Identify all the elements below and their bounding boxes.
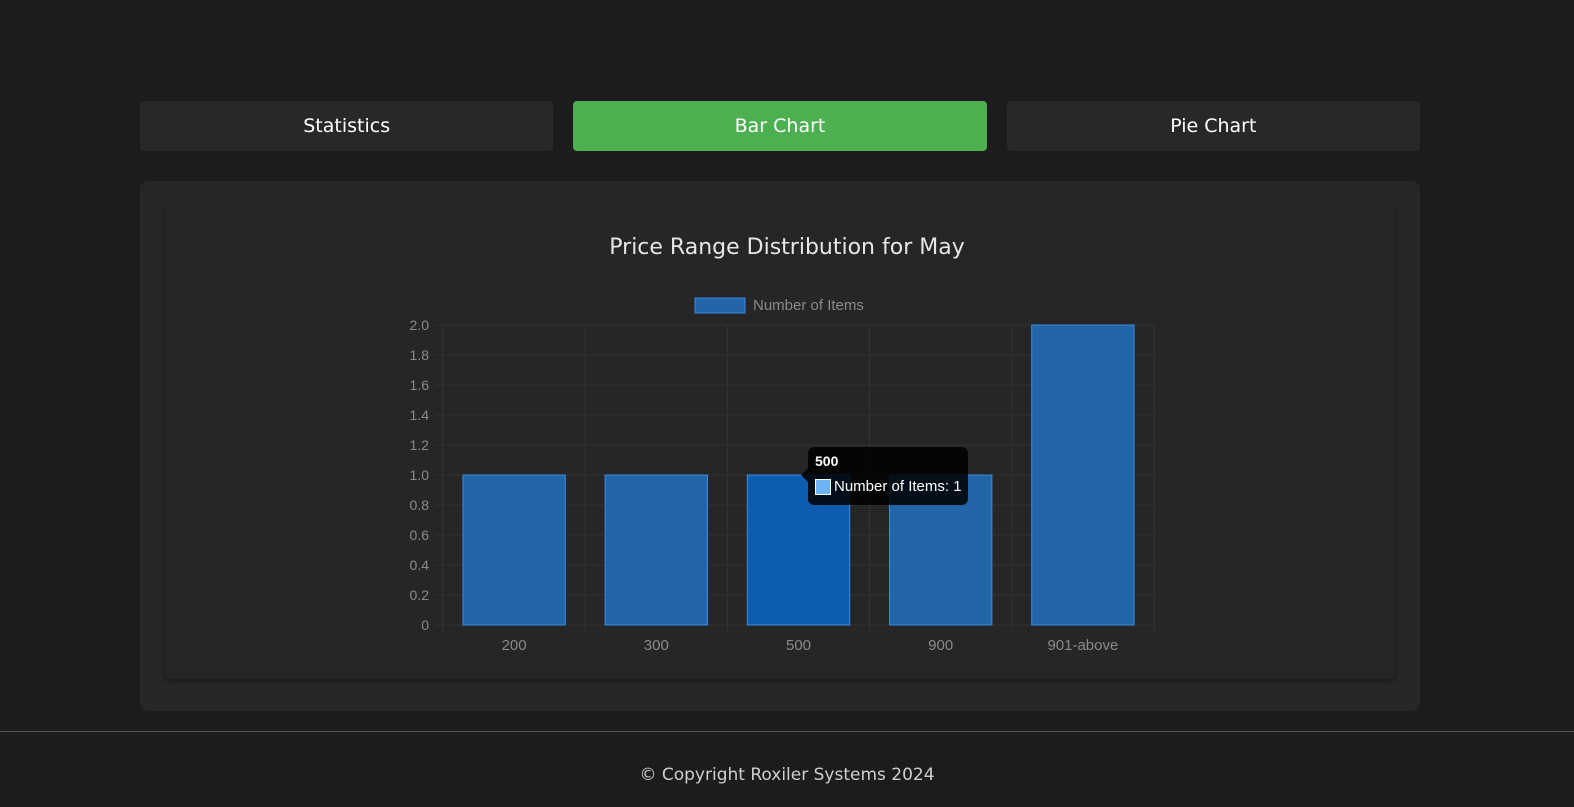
y-tick-label: 0.8 (410, 497, 430, 513)
bar-901-above (1031, 324, 1135, 626)
y-tick-label: 1.6 (410, 377, 430, 393)
y-tick-label: 1.4 (410, 407, 430, 423)
chart-tooltip: 500 Number of Items: 1 (808, 447, 968, 505)
y-tick-label: 1.0 (410, 467, 430, 483)
footer-copyright: © Copyright Roxiler Systems 2024 (639, 765, 935, 785)
y-tick-label: 2.0 (410, 317, 430, 333)
x-tick-label: 200 (502, 637, 527, 654)
x-tick-label: 900 (928, 637, 953, 654)
bar-200 (462, 474, 566, 626)
footer-divider (0, 731, 1574, 732)
y-tick-label: 1.2 (410, 437, 430, 453)
y-tick-label: 1.8 (410, 347, 430, 363)
tooltip-caret (801, 468, 808, 482)
y-tick-label: 0.6 (410, 527, 430, 543)
legend-swatch (694, 297, 746, 314)
x-tick-label: 500 (786, 637, 811, 654)
tooltip-title: 500 (815, 453, 839, 469)
legend-label: Number of Items (753, 297, 864, 314)
y-tick-label: 0.2 (410, 587, 430, 603)
y-tick-label: 0 (421, 617, 429, 633)
x-tick-label: 901-above (1047, 637, 1118, 654)
x-tick-label: 300 (644, 637, 669, 654)
bar-chart: 0 0.2 0.4 0.6 0.8 1.0 1.2 1.4 1.6 1.8 2.0 200 300 500… (410, 297, 1155, 654)
bar-300 (604, 474, 708, 626)
tooltip-swatch (815, 478, 831, 495)
y-tick-label: 0.4 (410, 557, 430, 573)
tooltip-row: Number of Items: 1 (815, 478, 962, 495)
tooltip-label: Number of Items: 1 (834, 478, 962, 495)
